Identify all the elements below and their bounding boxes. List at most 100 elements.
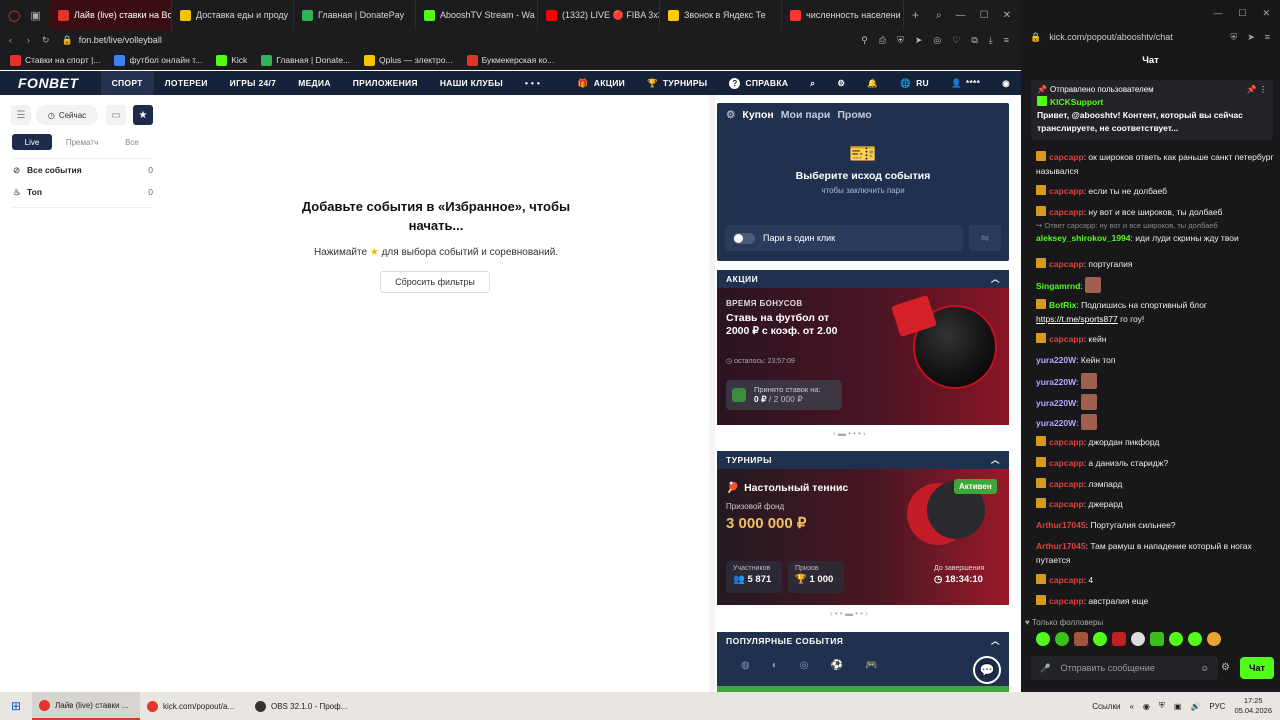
now-filter[interactable]: ◷ Сейчас	[36, 105, 98, 125]
favorites-star-icon[interactable]: ★	[133, 105, 153, 125]
chat-username[interactable]: сарсарр	[1049, 259, 1084, 269]
tab-prematch[interactable]: Прематч	[58, 134, 106, 150]
browser-tab[interactable]: (1332) LIVE 🔴 FIBA 3x3	[538, 0, 660, 30]
links-toolbar[interactable]: Ссылки	[1092, 702, 1120, 711]
chat-username[interactable]: сарсарр	[1049, 334, 1084, 344]
chat-username[interactable]: aleksey_shirokov_1994	[1036, 233, 1131, 243]
promo-carousel-dots[interactable]: ‹ ▬ • • • ›	[833, 429, 866, 438]
emote-icon[interactable]	[1207, 632, 1221, 646]
chat-message[interactable]: сарсарр: лэмпард	[1036, 477, 1276, 491]
tournament-carousel-dots[interactable]: ‹ • • ▬ • • ›	[830, 609, 868, 618]
bookmark-item[interactable]: Букмекерская ко...	[466, 54, 554, 66]
chat-message[interactable]: сарсарр: португалия	[1036, 257, 1276, 271]
emote-icon[interactable]	[1131, 632, 1145, 646]
chat-message[interactable]: yura220W:	[1036, 414, 1276, 430]
nav-item[interactable]: ИГРЫ 24/7	[219, 71, 288, 95]
emote-icon[interactable]	[1188, 632, 1202, 646]
chat-username[interactable]: Arthur17045	[1036, 541, 1086, 551]
nav-item[interactable]: СПОРТ	[100, 71, 154, 95]
browser-tab[interactable]: Главная | DonatePay	[294, 0, 416, 30]
reset-filters-button[interactable]: Сбросить фильтры	[380, 271, 490, 293]
settings-icon[interactable]: ⚙	[726, 109, 735, 121]
nav-promo[interactable]: 🎁 АКЦИИ	[567, 71, 636, 95]
tab-live[interactable]: Live	[12, 134, 52, 150]
back-icon[interactable]: ‹	[0, 35, 21, 45]
bell-icon[interactable]: 🔔	[856, 71, 889, 95]
menu-icon[interactable]: ≡	[1265, 32, 1270, 43]
emote-icon[interactable]	[1169, 632, 1183, 646]
reload-icon[interactable]: ↻	[36, 35, 56, 46]
browser-tab[interactable]: AbooshTV Stream - Wa	[416, 0, 538, 30]
bookmark-item[interactable]: Kick	[216, 54, 247, 66]
sidebar-item-top[interactable]: ♨ Топ 0	[13, 181, 153, 203]
tray-network-icon[interactable]: ▣	[1174, 702, 1182, 711]
taskbar-item-browser[interactable]: Лайв (live) ставки ...	[32, 692, 140, 720]
chat-message[interactable]: ↪ Ответ сарсарр: ну вот и все широков, т…	[1036, 221, 1276, 245]
minimize-icon[interactable]: —	[956, 10, 966, 21]
chat-message[interactable]: сарсарр: джерард	[1036, 497, 1276, 511]
close-icon[interactable]: ✕	[1003, 10, 1011, 21]
football-icon[interactable]: ⚽	[831, 660, 843, 671]
tray-chevron-icon[interactable]: «	[1129, 702, 1133, 711]
support-chat-icon[interactable]: 💬	[973, 656, 1001, 684]
taskbar-item-chat[interactable]: kick.com/popout/a...	[140, 692, 248, 720]
chat-message[interactable]: сарсарр: джордан пикфорд	[1036, 435, 1276, 449]
chat-send-button[interactable]: Чат	[1240, 657, 1274, 679]
chat-link[interactable]: https://t.me/sports877	[1036, 314, 1118, 324]
workspace-icon[interactable]: ▣	[30, 9, 40, 22]
chat-username[interactable]: сарсарр	[1049, 186, 1084, 196]
chevron-up-icon[interactable]: ︿	[991, 273, 1000, 285]
microphone-icon[interactable]: 🎤	[1040, 663, 1051, 674]
nav-help[interactable]: ? СПРАВКА	[718, 71, 799, 95]
chat-message[interactable]: сарсарр: ну вот и все широков, ты долбае…	[1036, 205, 1276, 219]
nav-tournaments[interactable]: 🏆 ТУРНИРЫ	[636, 71, 718, 95]
new-tab-button[interactable]: +	[904, 8, 927, 22]
emote-icon[interactable]	[1036, 632, 1050, 646]
chat-message[interactable]: Arthur17045: Португалия сильнее?	[1036, 518, 1276, 532]
nav-item[interactable]: • • •	[514, 71, 551, 95]
emote-icon[interactable]	[1150, 632, 1164, 646]
chat-username[interactable]: Singamrnd	[1036, 281, 1080, 291]
chevron-up-icon[interactable]: ︿	[991, 454, 1000, 466]
browser-tab[interactable]: Доставка еды и проду	[172, 0, 294, 30]
chat-username[interactable]: BotRix	[1049, 300, 1076, 310]
camera-icon[interactable]: ◎	[933, 35, 941, 46]
esports-icon[interactable]: 🎮	[865, 660, 877, 671]
pinned-username[interactable]: KICKSupport	[1050, 97, 1103, 107]
start-icon[interactable]: ⊞	[0, 699, 32, 713]
chat-username[interactable]: сарсарр	[1049, 575, 1084, 585]
nav-item[interactable]: ЛОТЕРЕИ	[154, 71, 219, 95]
send-icon[interactable]: ➤	[1247, 32, 1255, 43]
search-icon[interactable]: ⌕	[799, 71, 826, 95]
chat-message[interactable]: yura220W:	[1036, 394, 1276, 410]
nav-item[interactable]: ПРИЛОЖЕНИЯ	[342, 71, 429, 95]
chat-message[interactable]: Singamrnd:	[1036, 277, 1276, 293]
tray-volume-icon[interactable]: 🔊	[1190, 702, 1200, 711]
chat-message[interactable]: yura220W:	[1036, 373, 1276, 389]
taskbar-item-obs[interactable]: OBS 32.1.0 - Проф...	[248, 692, 356, 720]
chat-message[interactable]: сарсарр: ок широков ответь как раньше са…	[1036, 150, 1276, 178]
popular-header[interactable]: ПОПУЛЯРНЫЕ СОБЫТИЯ ︿	[717, 632, 1009, 650]
tray-language[interactable]: РУС	[1209, 702, 1225, 711]
promo-tab[interactable]: Промо	[837, 109, 871, 121]
eye-icon[interactable]: ◉	[991, 71, 1021, 95]
extensions-icon[interactable]: ⧉	[971, 35, 977, 46]
chat-message[interactable]: yura220W: Кейн топ	[1036, 353, 1276, 367]
filters-icon[interactable]: ☰	[11, 105, 31, 125]
sidebar-item-all-events[interactable]: ⊘ Все события 0	[13, 159, 153, 181]
snapshot-icon[interactable]: ⎙	[879, 35, 886, 46]
chevron-up-icon[interactable]: ︿	[991, 635, 1000, 647]
forward-icon[interactable]: ›	[21, 35, 36, 45]
browser-tab[interactable]: численность населени	[782, 0, 904, 30]
maximize-icon[interactable]: ☐	[1238, 8, 1246, 30]
bookmark-item[interactable]: футбол онлайн т...	[114, 54, 202, 66]
one-click-toggle[interactable]	[733, 232, 755, 244]
shield-icon[interactable]: ⛨	[1230, 32, 1237, 43]
chat-username[interactable]: yura220W	[1036, 355, 1076, 365]
chat-username[interactable]: сарсарр	[1049, 152, 1084, 162]
fonbet-logo[interactable]: FONBET	[0, 75, 101, 91]
unpin-icon[interactable]: 📌 ⋮	[1247, 83, 1267, 96]
close-icon[interactable]: ✕	[1262, 8, 1270, 30]
basketball-icon[interactable]: ◎	[800, 660, 809, 671]
my-bets-tab[interactable]: Мои пари	[781, 109, 831, 121]
